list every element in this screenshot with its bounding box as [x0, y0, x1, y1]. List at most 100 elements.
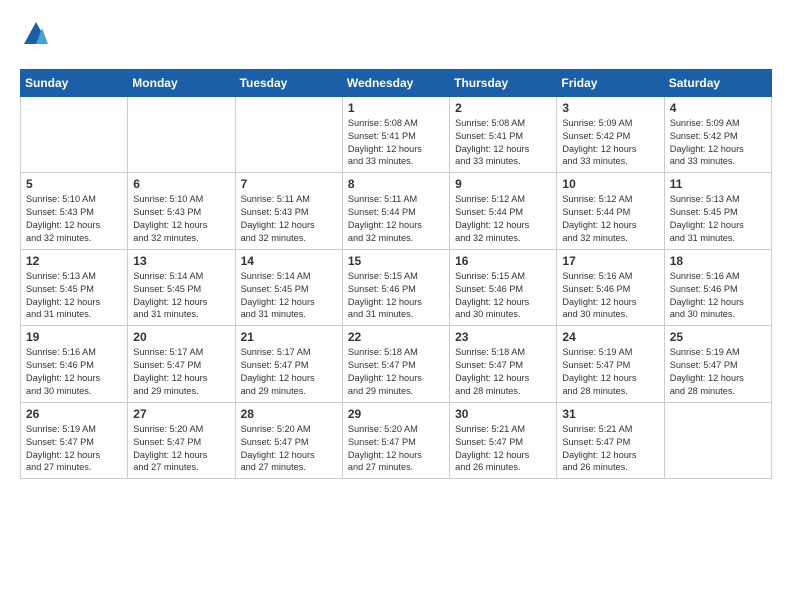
calendar-cell: 22 Sunrise: 5:18 AMSunset: 5:47 PMDayligh… — [342, 326, 449, 403]
day-number: 24 — [562, 330, 658, 344]
day-info: Sunrise: 5:11 AMSunset: 5:43 PMDaylight:… — [241, 193, 337, 245]
day-number: 15 — [348, 254, 444, 268]
day-number: 3 — [562, 101, 658, 115]
day-number: 26 — [26, 407, 122, 421]
day-info: Sunrise: 5:21 AMSunset: 5:47 PMDaylight:… — [455, 423, 551, 475]
day-info: Sunrise: 5:13 AMSunset: 5:45 PMDaylight:… — [670, 193, 766, 245]
day-number: 1 — [348, 101, 444, 115]
day-info: Sunrise: 5:10 AMSunset: 5:43 PMDaylight:… — [26, 193, 122, 245]
day-number: 28 — [241, 407, 337, 421]
day-info: Sunrise: 5:19 AMSunset: 5:47 PMDaylight:… — [562, 346, 658, 398]
calendar-table: SundayMondayTuesdayWednesdayThursdayFrid… — [20, 69, 772, 480]
calendar-cell: 6 Sunrise: 5:10 AMSunset: 5:43 PMDaylight… — [128, 173, 235, 250]
calendar-cell: 30 Sunrise: 5:21 AMSunset: 5:47 PMDayligh… — [450, 402, 557, 479]
day-info: Sunrise: 5:20 AMSunset: 5:47 PMDaylight:… — [241, 423, 337, 475]
calendar-cell: 8 Sunrise: 5:11 AMSunset: 5:44 PMDaylight… — [342, 173, 449, 250]
calendar-cell: 11 Sunrise: 5:13 AMSunset: 5:45 PMDayligh… — [664, 173, 771, 250]
col-header-tuesday: Tuesday — [235, 69, 342, 96]
calendar-cell: 3Sunrise: 5:09 AMSunset: 5:42 PMDaylight… — [557, 96, 664, 173]
calendar-cell: 13 Sunrise: 5:14 AMSunset: 5:45 PMDayligh… — [128, 249, 235, 326]
day-number: 13 — [133, 254, 229, 268]
day-info: Sunrise: 5:16 AMSunset: 5:46 PMDaylight:… — [670, 270, 766, 322]
col-header-thursday: Thursday — [450, 69, 557, 96]
day-info: Sunrise: 5:09 AMSunset: 5:42 PMDaylight:… — [670, 117, 766, 169]
day-number: 19 — [26, 330, 122, 344]
calendar-cell — [21, 96, 128, 173]
day-info: Sunrise: 5:20 AMSunset: 5:47 PMDaylight:… — [133, 423, 229, 475]
day-info: Sunrise: 5:17 AMSunset: 5:47 PMDaylight:… — [133, 346, 229, 398]
day-info: Sunrise: 5:14 AMSunset: 5:45 PMDaylight:… — [241, 270, 337, 322]
day-number: 8 — [348, 177, 444, 191]
col-header-sunday: Sunday — [21, 69, 128, 96]
day-info: Sunrise: 5:15 AMSunset: 5:46 PMDaylight:… — [455, 270, 551, 322]
logo — [20, 20, 50, 53]
calendar-cell: 14 Sunrise: 5:14 AMSunset: 5:45 PMDayligh… — [235, 249, 342, 326]
day-info: Sunrise: 5:10 AMSunset: 5:43 PMDaylight:… — [133, 193, 229, 245]
day-number: 16 — [455, 254, 551, 268]
day-number: 11 — [670, 177, 766, 191]
calendar-cell: 21 Sunrise: 5:17 AMSunset: 5:47 PMDayligh… — [235, 326, 342, 403]
day-number: 30 — [455, 407, 551, 421]
day-number: 22 — [348, 330, 444, 344]
day-info: Sunrise: 5:18 AMSunset: 5:47 PMDaylight:… — [455, 346, 551, 398]
day-number: 5 — [26, 177, 122, 191]
day-info: Sunrise: 5:17 AMSunset: 5:47 PMDaylight:… — [241, 346, 337, 398]
day-number: 25 — [670, 330, 766, 344]
day-info: Sunrise: 5:15 AMSunset: 5:46 PMDaylight:… — [348, 270, 444, 322]
calendar-cell: 26 Sunrise: 5:19 AMSunset: 5:47 PMDayligh… — [21, 402, 128, 479]
day-info: Sunrise: 5:16 AMSunset: 5:46 PMDaylight:… — [562, 270, 658, 322]
day-info: Sunrise: 5:20 AMSunset: 5:47 PMDaylight:… — [348, 423, 444, 475]
calendar-cell: 29 Sunrise: 5:20 AMSunset: 5:47 PMDayligh… — [342, 402, 449, 479]
day-number: 10 — [562, 177, 658, 191]
calendar-cell: 16 Sunrise: 5:15 AMSunset: 5:46 PMDayligh… — [450, 249, 557, 326]
day-info: Sunrise: 5:08 AMSunset: 5:41 PMDaylight:… — [455, 117, 551, 169]
calendar-cell — [664, 402, 771, 479]
col-header-wednesday: Wednesday — [342, 69, 449, 96]
calendar-cell: 9 Sunrise: 5:12 AMSunset: 5:44 PMDaylight… — [450, 173, 557, 250]
day-info: Sunrise: 5:19 AMSunset: 5:47 PMDaylight:… — [26, 423, 122, 475]
calendar-cell: 25 Sunrise: 5:19 AMSunset: 5:47 PMDayligh… — [664, 326, 771, 403]
day-number: 20 — [133, 330, 229, 344]
day-number: 4 — [670, 101, 766, 115]
day-number: 9 — [455, 177, 551, 191]
calendar-cell: 10Sunrise: 5:12 AMSunset: 5:44 PMDayligh… — [557, 173, 664, 250]
calendar-cell: 27Sunrise: 5:20 AMSunset: 5:47 PMDayligh… — [128, 402, 235, 479]
day-info: Sunrise: 5:13 AMSunset: 5:45 PMDaylight:… — [26, 270, 122, 322]
day-info: Sunrise: 5:19 AMSunset: 5:47 PMDaylight:… — [670, 346, 766, 398]
calendar-cell: 4 Sunrise: 5:09 AMSunset: 5:42 PMDaylight… — [664, 96, 771, 173]
calendar-cell: 7 Sunrise: 5:11 AMSunset: 5:43 PMDaylight… — [235, 173, 342, 250]
day-number: 29 — [348, 407, 444, 421]
day-number: 14 — [241, 254, 337, 268]
calendar-cell: 23 Sunrise: 5:18 AMSunset: 5:47 PMDayligh… — [450, 326, 557, 403]
day-info: Sunrise: 5:14 AMSunset: 5:45 PMDaylight:… — [133, 270, 229, 322]
calendar-cell: 18 Sunrise: 5:16 AMSunset: 5:46 PMDayligh… — [664, 249, 771, 326]
calendar-cell — [128, 96, 235, 173]
logo-icon — [22, 20, 50, 48]
day-number: 21 — [241, 330, 337, 344]
calendar-cell: 17 Sunrise: 5:16 AMSunset: 5:46 PMDayligh… — [557, 249, 664, 326]
calendar-cell: 15 Sunrise: 5:15 AMSunset: 5:46 PMDayligh… — [342, 249, 449, 326]
calendar-cell — [235, 96, 342, 173]
day-number: 7 — [241, 177, 337, 191]
calendar-cell: 5 Sunrise: 5:10 AMSunset: 5:43 PMDaylight… — [21, 173, 128, 250]
day-number: 2 — [455, 101, 551, 115]
calendar-cell: 19 Sunrise: 5:16 AMSunset: 5:46 PMDayligh… — [21, 326, 128, 403]
col-header-friday: Friday — [557, 69, 664, 96]
calendar-cell: 2 Sunrise: 5:08 AMSunset: 5:41 PMDaylight… — [450, 96, 557, 173]
calendar-cell: 20 Sunrise: 5:17 AMSunset: 5:47 PMDayligh… — [128, 326, 235, 403]
day-number: 18 — [670, 254, 766, 268]
calendar-cell: 1Sunrise: 5:08 AMSunset: 5:41 PMDaylight… — [342, 96, 449, 173]
day-number: 31 — [562, 407, 658, 421]
calendar-cell: 31 Sunrise: 5:21 AMSunset: 5:47 PMDayligh… — [557, 402, 664, 479]
day-info: Sunrise: 5:21 AMSunset: 5:47 PMDaylight:… — [562, 423, 658, 475]
calendar-cell: 28 Sunrise: 5:20 AMSunset: 5:47 PMDayligh… — [235, 402, 342, 479]
day-number: 6 — [133, 177, 229, 191]
day-info: Sunrise: 5:16 AMSunset: 5:46 PMDaylight:… — [26, 346, 122, 398]
col-header-monday: Monday — [128, 69, 235, 96]
day-info: Sunrise: 5:11 AMSunset: 5:44 PMDaylight:… — [348, 193, 444, 245]
day-info: Sunrise: 5:18 AMSunset: 5:47 PMDaylight:… — [348, 346, 444, 398]
day-number: 17 — [562, 254, 658, 268]
day-info: Sunrise: 5:12 AMSunset: 5:44 PMDaylight:… — [455, 193, 551, 245]
day-number: 23 — [455, 330, 551, 344]
calendar-cell: 24 Sunrise: 5:19 AMSunset: 5:47 PMDayligh… — [557, 326, 664, 403]
